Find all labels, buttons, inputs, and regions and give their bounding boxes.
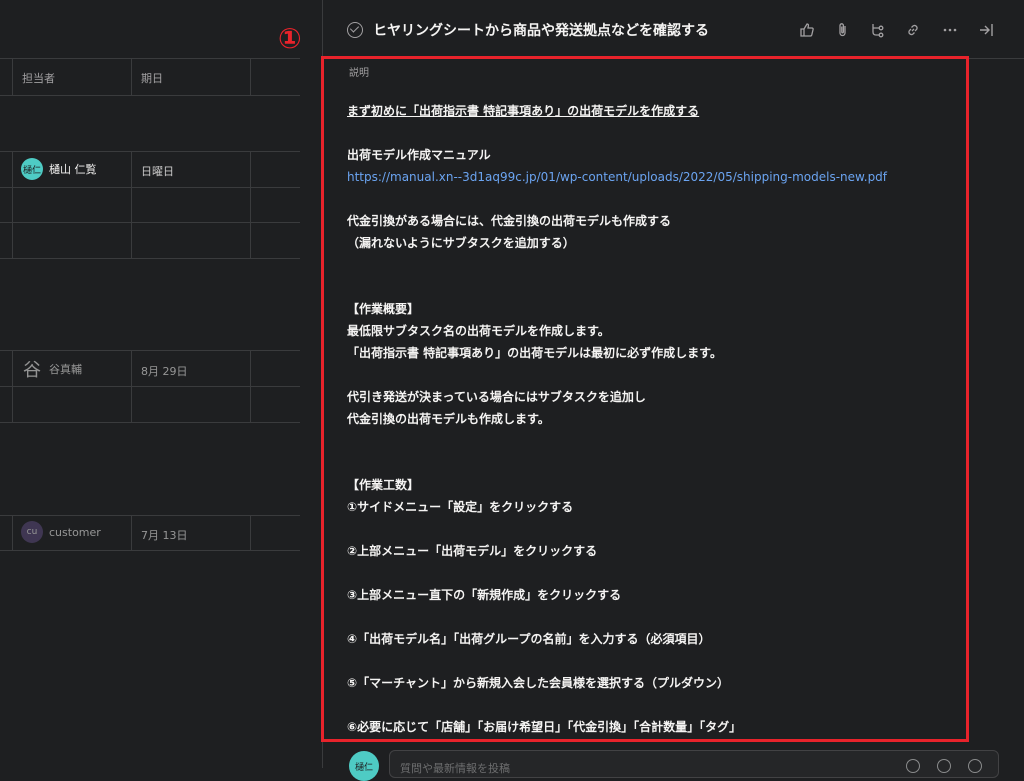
description-line: 出荷モデル作成マニュアル: [347, 148, 491, 162]
task-list-pane: 担当者 期日 樋仁 樋山 仁覧 日曜日 谷 谷真輔 8月 29日 cu cust…: [0, 0, 322, 768]
assignee-name: 谷真輔: [49, 363, 82, 376]
column-divider: [250, 58, 251, 95]
column-divider: [131, 151, 132, 258]
row-divider: [0, 386, 300, 387]
row-divider: [0, 95, 300, 96]
description-line: [347, 188, 967, 210]
description-line: [347, 276, 967, 298]
avatar: 谷: [23, 360, 41, 381]
description-line: 代引き発送が決まっている場合にはサブタスクを追加し: [347, 390, 646, 404]
column-divider: [131, 515, 132, 550]
column-divider: [12, 58, 13, 95]
assignee-cell[interactable]: 樋仁 樋山 仁覧: [21, 158, 97, 180]
description-line: 最低限サブタスク名の出荷モデルを作成します。: [347, 324, 610, 338]
description-line: まず初めに「出荷指示書 特記事項あり」の出荷モデルを作成する: [347, 104, 700, 118]
description-line: 代金引換の出荷モデルも作成します。: [347, 412, 550, 426]
column-divider: [12, 350, 13, 422]
due-date-cell[interactable]: 7月 13日: [141, 527, 188, 543]
description-line: ⑤「マーチャント」から新規入会した会員様を選択する（プルダウン）: [347, 676, 730, 690]
row-divider: [0, 515, 300, 516]
attachment-icon[interactable]: [833, 20, 853, 40]
description-line: （漏れないようにサブタスクを追加する）: [347, 236, 575, 250]
column-divider: [250, 151, 251, 258]
avatar: cu: [21, 521, 43, 543]
row-divider: [0, 58, 300, 59]
add-icon[interactable]: [968, 759, 982, 773]
description-line: [347, 562, 967, 584]
due-date-cell[interactable]: 8月 29日: [141, 363, 188, 379]
complete-check-icon[interactable]: [347, 22, 363, 38]
description-line: 【作業工数】: [347, 478, 420, 492]
current-user-avatar: 樋仁: [349, 751, 379, 781]
description-line: [347, 606, 967, 628]
description-line: [347, 694, 967, 716]
row-divider: [0, 151, 300, 152]
description-label: 説明: [349, 68, 369, 79]
description-line: [347, 254, 967, 276]
description-editor[interactable]: まず初めに「出荷指示書 特記事項あり」の出荷モデルを作成する 出荷モデル作成マニュ…: [347, 100, 967, 738]
emoji-icon[interactable]: [906, 759, 920, 773]
description-line: [347, 452, 967, 474]
avatar: 樋仁: [21, 158, 43, 180]
assignee-name: customer: [49, 525, 101, 539]
column-divider: [12, 515, 13, 550]
description-line: ⑥必要に応じて「店舗」「お届け希望日」「代金引換」「合計数量」「タグ」: [347, 720, 742, 734]
column-divider: [131, 58, 132, 95]
description-line: ①サイドメニュー「設定」をクリックする: [347, 500, 574, 514]
row-divider: [0, 222, 300, 223]
manual-link[interactable]: https://manual.xn--3d1aq99c.jp/01/wp-con…: [347, 166, 967, 188]
description-line: [347, 122, 967, 144]
description-line: [347, 650, 967, 672]
description-line: 「出荷指示書 特記事項あり」の出荷モデルは最初に必ず作成します。: [347, 346, 722, 360]
comment-footer: 樋仁 質問や最新情報を投稿: [323, 745, 1024, 781]
description-line: [347, 364, 967, 386]
row-divider: [0, 550, 300, 551]
column-divider: [12, 151, 13, 258]
assignee-name: 樋山 仁覧: [49, 163, 97, 176]
close-panel-icon[interactable]: [976, 20, 996, 40]
description-line: ④「出荷モデル名」「出荷グループの名前」を入力する（必須項目）: [347, 632, 711, 646]
column-header-due[interactable]: 期日: [141, 70, 163, 86]
row-divider: [0, 350, 300, 351]
annotation-marker: ①: [278, 22, 302, 55]
due-date-cell[interactable]: 日曜日: [141, 163, 174, 179]
description-line: ②上部メニュー「出荷モデル」をクリックする: [347, 544, 598, 558]
assignee-cell[interactable]: cu customer: [21, 521, 101, 543]
description-line: [347, 518, 967, 540]
row-divider: [0, 187, 300, 188]
description-line: [347, 430, 967, 452]
description-line: 代金引換がある場合には、代金引換の出荷モデルも作成する: [347, 214, 672, 228]
subtask-icon[interactable]: [868, 20, 888, 40]
row-divider: [0, 258, 300, 259]
column-divider: [250, 515, 251, 550]
row-divider: [0, 422, 300, 423]
description-line: 【作業概要】: [347, 302, 420, 316]
column-divider: [250, 350, 251, 422]
column-divider: [131, 350, 132, 422]
description-line: ③上部メニュー直下の「新規作成」をクリックする: [347, 588, 622, 602]
mention-icon[interactable]: [937, 759, 951, 773]
task-header: ヒヤリングシートから商品や発送拠点などを確認する: [323, 0, 1024, 59]
link-icon[interactable]: [903, 20, 923, 40]
assignee-cell[interactable]: 谷 谷真輔: [21, 358, 82, 381]
task-title[interactable]: ヒヤリングシートから商品や発送拠点などを確認する: [373, 20, 709, 40]
more-icon[interactable]: [940, 20, 960, 40]
column-header-assignee[interactable]: 担当者: [22, 70, 55, 86]
thumbs-up-icon[interactable]: [797, 20, 817, 40]
